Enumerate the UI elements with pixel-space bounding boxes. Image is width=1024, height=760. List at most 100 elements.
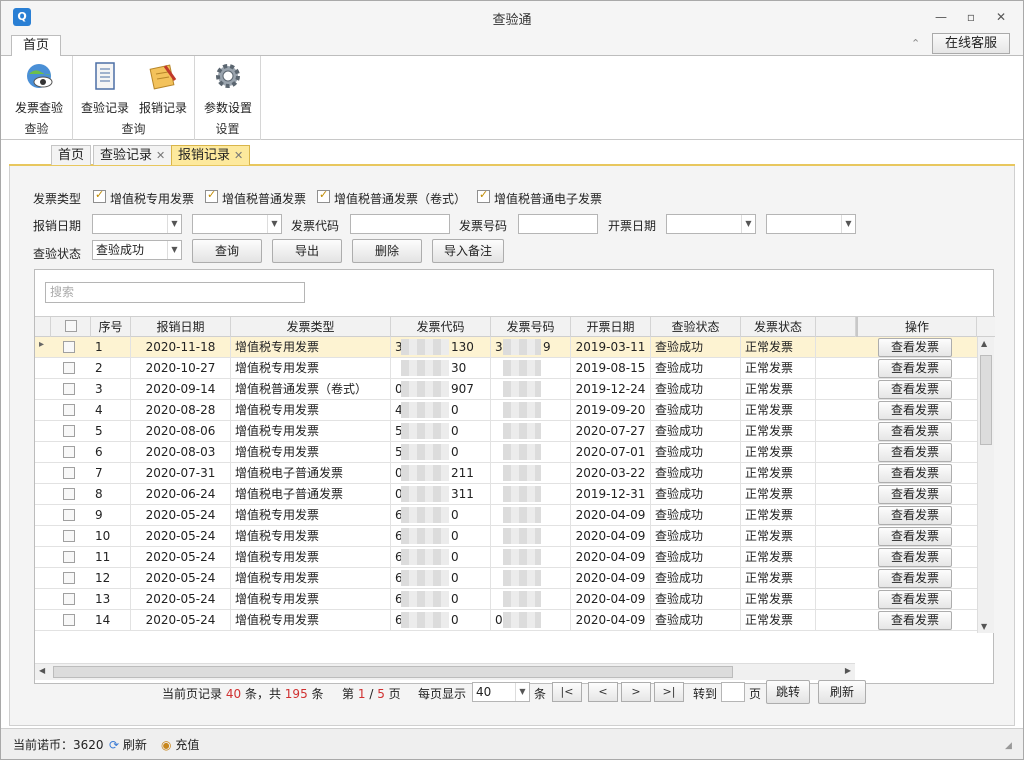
column-header[interactable]: 操作 <box>856 317 977 337</box>
view-invoice-button[interactable]: 查看发票 <box>878 359 952 378</box>
goto-page-input[interactable] <box>721 682 745 702</box>
scroll-up-icon[interactable]: ▲ <box>981 339 987 348</box>
close-icon[interactable]: ✕ <box>991 9 1011 25</box>
row-checkbox[interactable] <box>63 362 75 374</box>
type-checkbox-electronic[interactable] <box>477 188 490 203</box>
table-row[interactable]: ▸ 1 2020-11-18 增值税专用发票 2019-03-11 查验成功 正常发票 3 13… <box>35 337 977 358</box>
view-invoice-button[interactable]: 查看发票 <box>878 506 952 525</box>
row-checkbox[interactable] <box>63 530 75 542</box>
table-row[interactable]: 10 2020-05-24 增值税专用发票 2020-04-09 查验成功 正常发票 6 0 查… <box>35 526 977 547</box>
ribbon-tab-home[interactable]: 首页 <box>11 35 61 57</box>
view-invoice-button[interactable]: 查看发票 <box>878 527 952 546</box>
online-service-button[interactable]: 在线客服 <box>932 33 1010 54</box>
collapse-ribbon-icon[interactable]: ⌃ <box>911 37 920 50</box>
issue-date-start-picker[interactable]: ▼ <box>666 214 756 234</box>
column-header[interactable]: 序号 <box>91 317 131 337</box>
view-invoice-button[interactable]: 查看发票 <box>878 380 952 399</box>
table-row[interactable]: 4 2020-08-28 增值税专用发票 2019-09-20 查验成功 正常发票 4 0 查看… <box>35 400 977 421</box>
recharge-link[interactable]: ◉ 充值 <box>161 736 199 753</box>
invoice-number-input[interactable] <box>518 214 598 234</box>
type-checkbox-roll[interactable] <box>317 188 330 203</box>
view-invoice-button[interactable]: 查看发票 <box>878 401 952 420</box>
table-row[interactable]: 11 2020-05-24 增值税专用发票 2020-04-09 查验成功 正常发票 6 0 查… <box>35 547 977 568</box>
view-invoice-button[interactable]: 查看发票 <box>878 464 952 483</box>
row-checkbox[interactable] <box>63 446 75 458</box>
row-checkbox[interactable] <box>63 509 75 521</box>
jump-button[interactable]: 跳转 <box>766 680 810 704</box>
check-status-select[interactable]: 查验成功 ▼ <box>92 240 182 260</box>
table-row[interactable]: 8 2020-06-24 增值税电子普通发票 2019-12-31 查验成功 正常发票 0 3… <box>35 484 977 505</box>
close-tab-icon[interactable]: ✕ <box>156 149 165 162</box>
table-row[interactable]: 6 2020-08-03 增值税专用发票 2020-07-01 查验成功 正常发票 5 0 查看… <box>35 442 977 463</box>
table-row[interactable]: 12 2020-05-24 增值税专用发票 2020-04-09 查验成功 正常发票 6 0 查… <box>35 568 977 589</box>
table-row[interactable]: 3 2020-09-14 增值税普通发票（卷式） 2019-12-24 查验成功 正常发票… <box>35 379 977 400</box>
prev-page-button[interactable]: < <box>588 682 618 702</box>
view-invoice-button[interactable]: 查看发票 <box>878 443 952 462</box>
row-checkbox[interactable] <box>63 551 75 563</box>
last-page-button[interactable]: >| <box>654 682 684 702</box>
scroll-right-icon[interactable]: ▶ <box>845 666 851 675</box>
type-checkbox-special[interactable] <box>93 188 106 203</box>
vertical-scrollbar[interactable]: ▲ ▼ <box>977 337 994 633</box>
row-checkbox[interactable] <box>63 593 75 605</box>
column-header[interactable]: 发票号码 <box>491 317 571 337</box>
delete-button[interactable]: 删除 <box>352 239 422 263</box>
column-header[interactable]: 报销日期 <box>131 317 231 337</box>
view-invoice-button[interactable]: 查看发票 <box>878 590 952 609</box>
parameter-settings-button[interactable]: 参数设置 <box>201 60 255 116</box>
horizontal-scrollbar[interactable]: ◀ ▶ <box>35 663 855 680</box>
reimburse-records-button[interactable]: 报销记录 <box>137 60 189 116</box>
select-all-checkbox[interactable] <box>65 320 77 332</box>
verify-invoice-button[interactable]: 发票查验 <box>11 60 67 116</box>
view-invoice-button[interactable]: 查看发票 <box>878 611 952 630</box>
horizontal-scroll-thumb[interactable] <box>53 666 733 678</box>
refresh-balance-link[interactable]: ⟳ 刷新 <box>109 736 147 753</box>
minimize-icon[interactable]: — <box>931 9 951 25</box>
table-row[interactable]: 7 2020-07-31 增值税电子普通发票 2020-03-22 查验成功 正常发票 0 2… <box>35 463 977 484</box>
scroll-down-icon[interactable]: ▼ <box>981 622 987 631</box>
per-page-select[interactable]: 40 ▼ <box>472 682 530 702</box>
column-header[interactable]: 发票代码 <box>391 317 491 337</box>
export-button[interactable]: 导出 <box>272 239 342 263</box>
doc-tab-home[interactable]: 首页 <box>51 145 92 165</box>
table-row[interactable]: 5 2020-08-06 增值税专用发票 2020-07-27 查验成功 正常发票 5 0 查看… <box>35 421 977 442</box>
row-checkbox[interactable] <box>63 425 75 437</box>
view-invoice-button[interactable]: 查看发票 <box>878 338 952 357</box>
maximize-icon[interactable]: ▫ <box>961 9 981 25</box>
view-invoice-button[interactable]: 查看发票 <box>878 548 952 567</box>
column-header[interactable]: 开票日期 <box>571 317 651 337</box>
column-header[interactable]: 发票类型 <box>231 317 391 337</box>
verify-records-button[interactable]: 查验记录 <box>79 60 131 116</box>
vertical-scroll-thumb[interactable] <box>980 355 992 445</box>
row-checkbox[interactable] <box>63 341 75 353</box>
view-invoice-button[interactable]: 查看发票 <box>878 569 952 588</box>
view-invoice-button[interactable]: 查看发票 <box>878 422 952 441</box>
column-header[interactable]: 发票状态 <box>741 317 816 337</box>
table-row[interactable]: 13 2020-05-24 增值税专用发票 2020-04-09 查验成功 正常发票 6 0 查… <box>35 589 977 610</box>
issue-date-end-picker[interactable]: ▼ <box>766 214 856 234</box>
close-tab-icon[interactable]: ✕ <box>234 149 243 162</box>
resize-grip-icon[interactable]: ◢ <box>1005 741 1012 751</box>
query-button[interactable]: 查询 <box>192 239 262 263</box>
row-checkbox[interactable] <box>63 614 75 626</box>
table-row[interactable]: 9 2020-05-24 增值税专用发票 2020-04-09 查验成功 正常发票 6 0 查看… <box>35 505 977 526</box>
import-note-button[interactable]: 导入备注 <box>432 239 504 263</box>
row-checkbox[interactable] <box>63 467 75 479</box>
invoice-code-input[interactable] <box>350 214 450 234</box>
row-checkbox[interactable] <box>63 488 75 500</box>
first-page-button[interactable]: |< <box>552 682 582 702</box>
row-checkbox[interactable] <box>63 404 75 416</box>
column-header[interactable]: 查验状态 <box>651 317 741 337</box>
grid-search-input[interactable]: 搜索 <box>45 282 305 303</box>
doc-tab-reimburse-records[interactable]: 报销记录 ✕ <box>171 145 251 165</box>
view-invoice-button[interactable]: 查看发票 <box>878 485 952 504</box>
refresh-grid-button[interactable]: 刷新 <box>818 680 866 704</box>
table-row[interactable]: 2 2020-10-27 增值税专用发票 2019-08-15 查验成功 正常发票 30 查看… <box>35 358 977 379</box>
report-date-start-picker[interactable]: ▼ <box>92 214 182 234</box>
next-page-button[interactable]: > <box>621 682 651 702</box>
row-checkbox[interactable] <box>63 383 75 395</box>
row-checkbox[interactable] <box>63 572 75 584</box>
type-checkbox-normal[interactable] <box>205 188 218 203</box>
table-row[interactable]: 14 2020-05-24 增值税专用发票 2020-04-09 查验成功 正常发票 6 0 0… <box>35 610 977 631</box>
report-date-end-picker[interactable]: ▼ <box>192 214 282 234</box>
